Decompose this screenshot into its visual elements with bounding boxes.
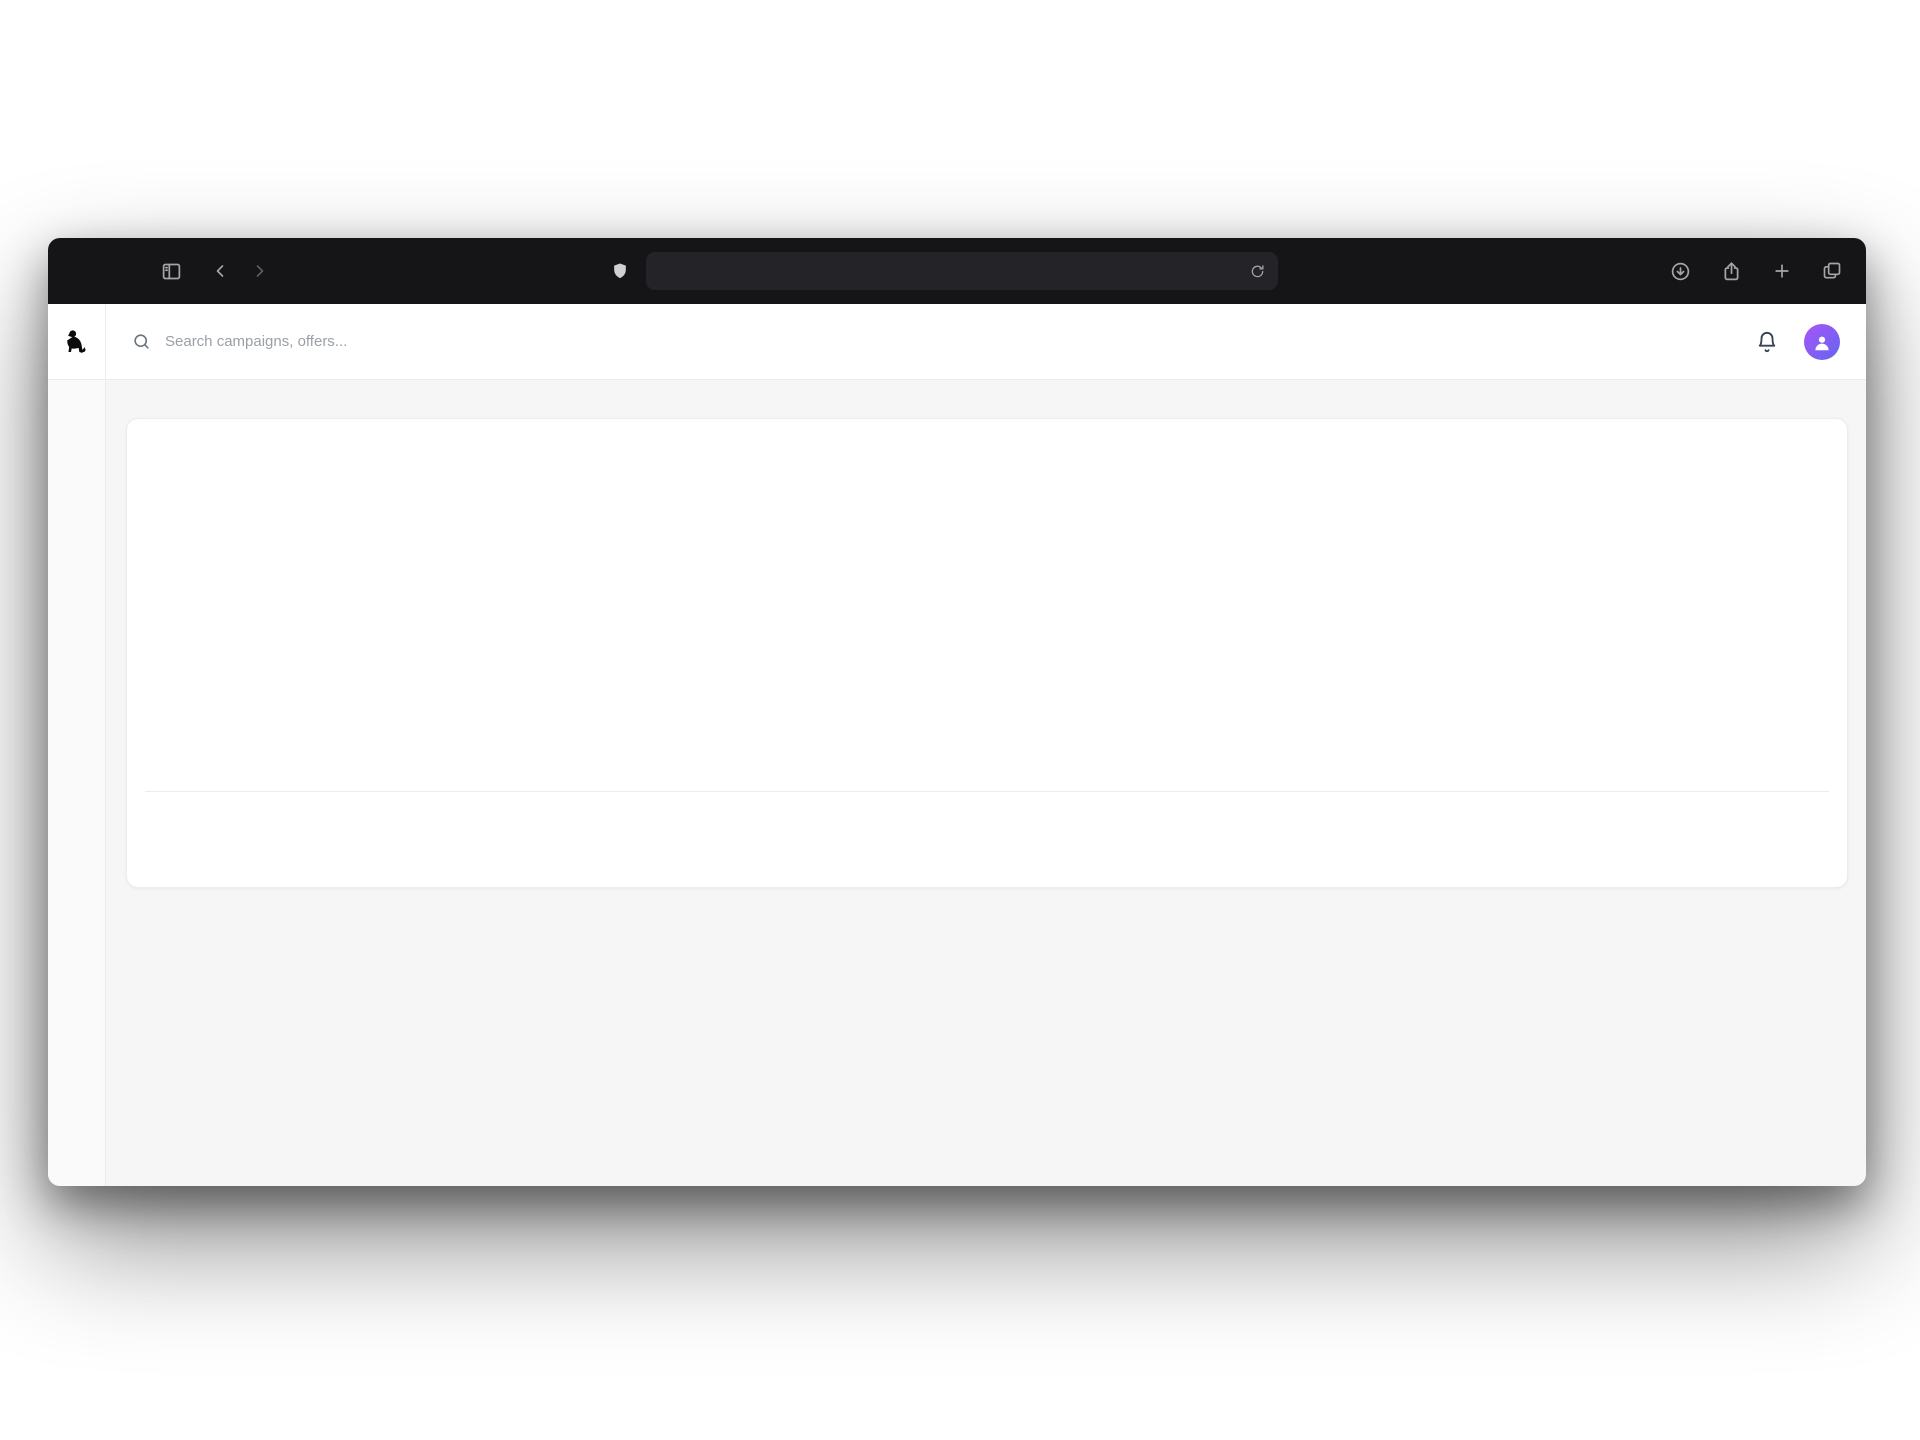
chevron-right-icon xyxy=(250,261,270,281)
back-icon[interactable] xyxy=(210,261,230,281)
sb-toggle-icon xyxy=(161,261,182,282)
user-icon xyxy=(1811,331,1833,353)
downloads-icon[interactable] xyxy=(1670,261,1691,282)
shield-icon xyxy=(610,261,630,281)
search-icon xyxy=(132,332,151,351)
dog-icon xyxy=(62,327,92,357)
share-up-icon xyxy=(1721,261,1742,282)
screenshot-stage: { "browser": { "url_value": "", "traffic… xyxy=(0,0,1920,1440)
url-bar[interactable] xyxy=(646,252,1278,290)
chart-legend xyxy=(145,791,1829,841)
main-content xyxy=(106,380,1866,1186)
shield-icon[interactable] xyxy=(610,261,630,281)
plus-icon xyxy=(1772,261,1792,281)
forward-icon[interactable] xyxy=(250,261,270,281)
chevron-left-icon xyxy=(210,261,230,281)
line-chart[interactable] xyxy=(145,433,1831,785)
search-placeholder: Search campaigns, offers... xyxy=(165,333,347,350)
window-controls xyxy=(72,265,131,278)
user-icon xyxy=(1811,331,1833,353)
browser-titlebar xyxy=(48,238,1866,304)
reload-icon xyxy=(1249,263,1266,280)
browser-sidebar-toggle-icon[interactable] xyxy=(161,261,182,282)
search-input[interactable]: Search campaigns, offers... xyxy=(132,332,1756,351)
download-circle-icon xyxy=(1670,261,1691,282)
zoom-window-button[interactable] xyxy=(118,265,131,278)
search-icon xyxy=(132,332,151,351)
bell-icon[interactable] xyxy=(1756,331,1778,353)
minimize-window-button[interactable] xyxy=(95,265,108,278)
dog-logo-icon xyxy=(62,327,92,357)
bell-icon xyxy=(1756,331,1778,353)
tab-overview-icon[interactable] xyxy=(1822,261,1842,281)
traffic-chart-card xyxy=(126,418,1848,888)
tabs-icon xyxy=(1822,261,1842,281)
app-logo[interactable] xyxy=(48,304,106,379)
browser-window: Search campaigns, offers... xyxy=(48,238,1866,1186)
reload-icon[interactable] xyxy=(1249,263,1266,280)
new-tab-icon[interactable] xyxy=(1772,261,1792,281)
share-icon[interactable] xyxy=(1721,261,1742,282)
app-header: Search campaigns, offers... xyxy=(48,304,1866,380)
avatar[interactable] xyxy=(1804,324,1840,360)
close-window-button[interactable] xyxy=(72,265,85,278)
sidebar xyxy=(48,380,106,1186)
